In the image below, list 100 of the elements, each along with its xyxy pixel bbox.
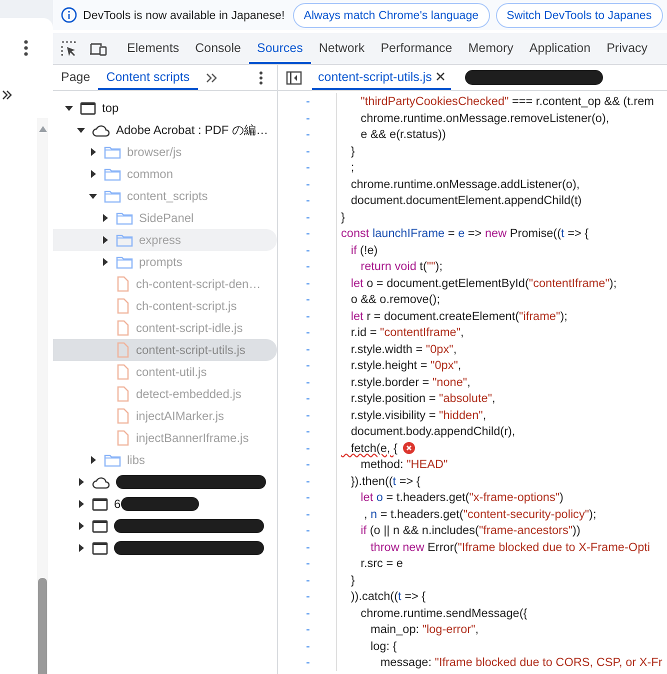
panel-tab[interactable]: Network [310, 33, 373, 64]
file-icon [116, 430, 130, 446]
cloud-icon [92, 124, 110, 136]
collapsed-arrow-icon[interactable] [89, 170, 97, 178]
chevron-icon[interactable] [2, 90, 12, 100]
code-line: document.body.appendChild(r), [350, 423, 516, 440]
panel-tab[interactable]: Memory [460, 33, 522, 64]
code-line: r.style.position = "absolute", [350, 390, 496, 406]
scrollbar[interactable] [37, 118, 48, 674]
code-line: } [350, 572, 355, 588]
file-icon [116, 276, 130, 292]
folder-icon [104, 454, 121, 466]
code-line: "thirdPartyCookiesChecked" === r.content_op && (t.rem [360, 93, 654, 110]
panel-tab[interactable]: Application [521, 33, 599, 64]
code-line: r.style.border = "none", [350, 374, 470, 390]
line-marker: - [305, 127, 311, 142]
code-line: let o = document.getElementById("contentIframe"); [350, 274, 617, 291]
more-icon[interactable] [24, 40, 28, 56]
collapsed-arrow-icon[interactable] [101, 258, 109, 266]
line-marker: - [305, 622, 311, 636]
line-marker: - [305, 589, 311, 604]
line-marker: - [305, 358, 311, 372]
line-marker: - [305, 490, 311, 504]
folder-icon [116, 212, 133, 224]
frame-icon [92, 520, 108, 532]
folder-icon [104, 146, 121, 158]
expanded-arrow-icon[interactable] [89, 192, 97, 200]
panel-tab[interactable]: Console [187, 33, 249, 64]
code-line: } [350, 142, 355, 159]
code-line: const launchIFrame = e => new Promise((t => { [340, 225, 589, 242]
collapsed-arrow-icon[interactable] [77, 544, 85, 552]
code-line: log: { [369, 638, 397, 654]
expanded-arrow-icon[interactable] [65, 104, 73, 112]
line-marker: - [305, 259, 311, 274]
line-marker: - [305, 374, 311, 389]
code-line: ; [350, 159, 354, 176]
line-marker: - [305, 556, 311, 570]
line-marker: - [305, 523, 311, 538]
code-line: return void t(""); [360, 258, 442, 274]
infobar-button[interactable]: Switch DevTools to Japanes [496, 2, 663, 28]
collapsed-arrow-icon[interactable] [77, 522, 85, 530]
more-tabs-icon[interactable] [206, 72, 218, 82]
code-line: e && e(r.status)) [360, 126, 446, 142]
line-marker: - [305, 540, 311, 554]
line-marker: - [305, 638, 311, 653]
line-marker: - [305, 424, 311, 438]
code-line: main_op: "log-error", [369, 621, 479, 638]
collapsed-arrow-icon[interactable] [89, 456, 97, 464]
collapsed-arrow-icon[interactable] [101, 214, 109, 222]
code-line: chrome.runtime.onMessage.addListener(o), [350, 176, 580, 192]
line-marker: - [305, 440, 311, 455]
file-tab[interactable]: content-script-utils.js [312, 65, 451, 90]
more-icon[interactable] [259, 70, 263, 84]
line-marker: - [305, 325, 311, 340]
file-icon [116, 408, 130, 424]
code-line: chrome.runtime.onMessage.removeListener(o), [360, 110, 610, 126]
panel-tab[interactable]: Elements [119, 33, 188, 64]
line-marker: - [305, 276, 311, 290]
code-line: throw new Error("Iframe blocked due to X-Frame-Opti [369, 538, 650, 555]
inspect-icon[interactable] [61, 40, 77, 56]
navigator-tab[interactable]: Content scripts [98, 65, 198, 90]
expanded-arrow-icon[interactable] [77, 126, 85, 134]
code-line: fetch(e, { [350, 440, 398, 456]
line-marker: - [305, 110, 311, 125]
code-line: r.style.visibility = "hidden", [350, 406, 486, 423]
collapsed-arrow-icon[interactable] [101, 236, 109, 244]
line-marker: - [305, 606, 311, 620]
code-line: r.style.width = "0px", [350, 340, 457, 357]
tree-item[interactable]: top [53, 97, 277, 119]
scroll-thumb[interactable] [38, 578, 47, 674]
line-marker: - [305, 176, 311, 191]
code-line: if (!e) [350, 242, 378, 258]
collapsed-arrow-icon[interactable] [89, 148, 97, 156]
collapsed-arrow-icon[interactable] [77, 500, 85, 508]
infobar-button[interactable]: Always match Chrome's language [292, 2, 490, 28]
tree-item[interactable]: 6 [53, 493, 277, 515]
info-icon [61, 7, 77, 23]
file-icon [116, 342, 130, 358]
panel-tab[interactable]: Performance [372, 33, 460, 64]
navigator-tab[interactable]: Page [53, 65, 98, 90]
code-line: let r = document.createElement("iframe"); [350, 308, 568, 324]
sidebar-toggle-icon[interactable] [286, 70, 302, 84]
code-line: chrome.runtime.sendMessage({ [360, 604, 528, 621]
code-line: )).catch((t => { [350, 588, 426, 604]
line-marker: - [305, 242, 311, 257]
line-marker: - [305, 210, 311, 224]
tree-item[interactable]: Adobe Acrobat : PDF の編… [53, 119, 277, 141]
folder-icon [116, 234, 133, 246]
code-line: if (o || n && n.includes("frame-ancestors")) [360, 522, 580, 538]
folder-icon [116, 256, 133, 268]
panel-tab[interactable]: Privacy [598, 33, 656, 64]
frame-icon [80, 102, 96, 114]
line-marker: - [305, 226, 311, 240]
line-marker: - [305, 94, 311, 108]
close-icon[interactable] [436, 72, 445, 81]
device-icon[interactable] [89, 40, 107, 56]
line-marker: - [305, 408, 311, 422]
line-marker: - [305, 655, 311, 670]
file-icon [116, 298, 130, 314]
collapsed-arrow-icon[interactable] [77, 478, 85, 486]
